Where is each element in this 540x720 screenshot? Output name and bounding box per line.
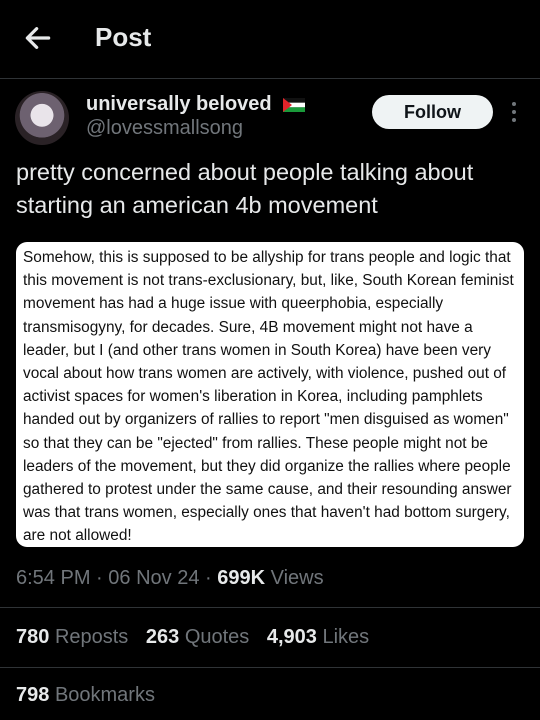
header-divider (0, 78, 540, 79)
bookmarks-count: 798 (16, 684, 50, 706)
likes-count: 4,903 (266, 626, 317, 648)
palestine-flag-icon (283, 97, 306, 112)
meta-separator: · (205, 567, 212, 589)
post-date[interactable]: 06 Nov 24 (108, 567, 199, 589)
meta-separator: · (96, 567, 103, 589)
quotes-count: 263 (145, 626, 180, 648)
follow-button[interactable]: Follow (372, 95, 493, 129)
quote-image[interactable]: Somehow, this is supposed to be allyship… (16, 242, 524, 547)
likes-label: Likes (322, 626, 370, 648)
post-time[interactable]: 6:54 PM (16, 567, 90, 589)
top-bar: Post (0, 0, 540, 78)
page-title: Post (95, 22, 152, 52)
bookmarks-label: Bookmarks (54, 684, 155, 706)
author-name[interactable]: universally beloved (86, 93, 272, 115)
bookmarks-stat[interactable]: 798 Bookmarks (16, 684, 155, 707)
post-meta: 6:54 PM · 06 Nov 24 · 699K Views (16, 567, 324, 590)
quotes-stat[interactable]: 263 Quotes (146, 626, 249, 649)
quotes-label: Quotes (184, 626, 250, 648)
author-handle[interactable]: @lovessmallsong (86, 117, 243, 140)
arrow-left-icon[interactable] (22, 22, 54, 54)
reposts-label: Reposts (54, 626, 129, 648)
reposts-stat[interactable]: 780 Reposts (16, 626, 128, 649)
quote-image-text: Somehow, this is supposed to be allyship… (23, 249, 514, 545)
post-stats: 780 Reposts 263 Quotes 4,903 Likes (16, 626, 381, 649)
avatar[interactable] (15, 91, 69, 145)
views-label: Views (270, 567, 324, 589)
reposts-count: 780 (16, 626, 50, 648)
stats-divider (0, 667, 540, 668)
post-text: pretty concerned about people talking ab… (16, 159, 474, 218)
views-count: 699K (217, 567, 266, 589)
author-name-row[interactable]: universally beloved (86, 93, 306, 116)
meta-divider (0, 607, 540, 608)
more-vertical-icon[interactable] (507, 99, 521, 125)
likes-stat[interactable]: 4,903 Likes (267, 626, 369, 649)
